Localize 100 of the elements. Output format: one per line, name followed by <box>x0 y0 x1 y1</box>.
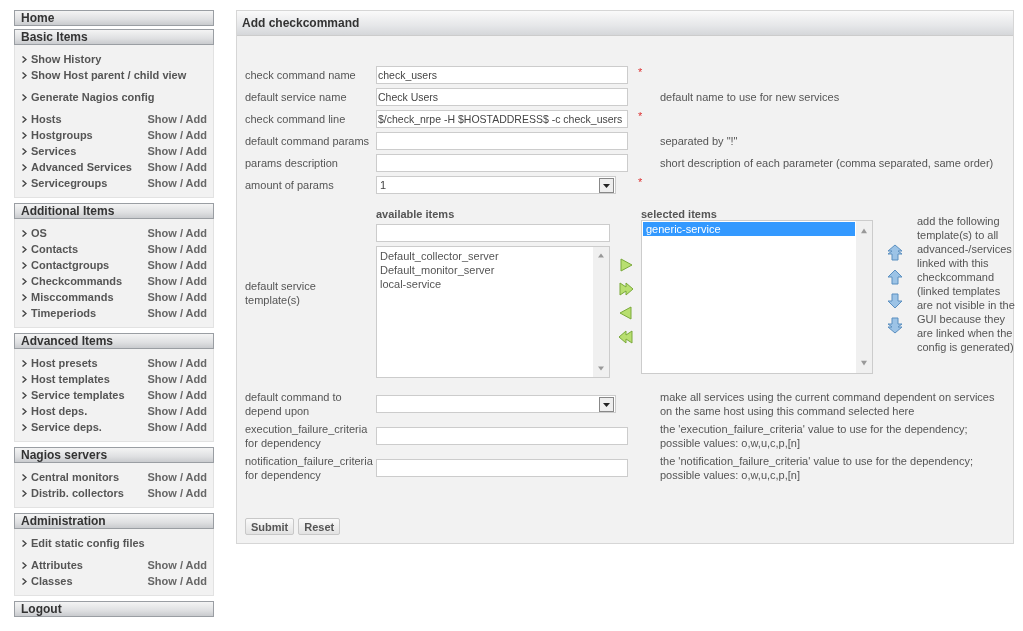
nav-link[interactable]: Generate Nagios config <box>31 91 155 103</box>
show-add-link[interactable]: Show / Add <box>147 259 207 271</box>
nav-link[interactable]: Contactgroups <box>31 259 110 271</box>
field-hint: add the following template(s) to all advanced-/services linked with this checkcommand (linked templates are not visible in the GUI because they are linked when the config is generated) <box>917 214 1016 354</box>
form-button[interactable]: Submit <box>245 518 295 535</box>
field-label: amount of params <box>245 178 335 192</box>
nav-link[interactable]: Show History <box>31 53 102 65</box>
list-option[interactable]: local-service <box>377 277 593 291</box>
field-hint: the 'notification_failure_criteria' value to use for the dependency; possible values: o,w,u,c,p,[n] <box>660 454 974 482</box>
section-header[interactable]: Basic Items <box>14 29 214 45</box>
filter-field[interactable] <box>376 224 610 242</box>
move-up-icon[interactable] <box>886 268 904 286</box>
show-add-link[interactable]: Show / Add <box>147 113 207 125</box>
list-title: selected items <box>641 208 718 220</box>
scrollbar[interactable] <box>856 221 872 373</box>
show-add-link[interactable]: Show / Add <box>147 389 207 401</box>
nav-link[interactable]: Advanced Services <box>31 161 132 173</box>
show-add-link[interactable]: Show / Add <box>147 177 207 189</box>
nav-link[interactable]: Host deps. <box>31 405 88 417</box>
nav-link[interactable]: Show Host parent / child view <box>31 69 187 81</box>
show-add-link[interactable]: Show / Add <box>147 291 207 303</box>
show-add-link[interactable]: Show / Add <box>147 575 207 587</box>
show-add-link[interactable]: Show / Add <box>147 307 207 319</box>
show-add-link[interactable]: Show / Add <box>147 421 207 433</box>
nav-link[interactable]: Service deps. <box>31 421 102 433</box>
field-label: check command name <box>245 68 357 82</box>
nav-link[interactable]: Host templates <box>31 373 110 385</box>
input-field[interactable] <box>376 459 628 477</box>
move-all-right-icon[interactable] <box>616 280 635 298</box>
move-down-icon[interactable] <box>886 292 904 310</box>
section-header[interactable]: Nagios servers <box>14 447 214 463</box>
nav-link[interactable]: Central monitors <box>31 471 119 483</box>
nav-link[interactable]: Distrib. collectors <box>31 487 124 499</box>
nav-link[interactable]: Services <box>31 145 77 157</box>
nav-link[interactable]: Host presets <box>31 357 98 369</box>
field-label: default command to depend upon <box>245 390 343 418</box>
field-label: default service template(s) <box>245 279 317 307</box>
nav-link[interactable]: Edit static config files <box>31 537 145 549</box>
field-hint: short description of each parameter (comma separated, same order) <box>660 156 995 170</box>
show-add-link[interactable]: Show / Add <box>147 487 207 499</box>
show-add-link[interactable]: Show / Add <box>147 243 207 255</box>
show-add-link[interactable]: Show / Add <box>147 357 207 369</box>
nav-link[interactable]: Hosts <box>31 113 62 125</box>
input-field[interactable] <box>376 427 628 445</box>
move-bottom-icon[interactable] <box>886 316 904 334</box>
list-option[interactable]: Default_monitor_server <box>377 263 593 277</box>
nav-link[interactable]: Checkcommands <box>31 275 123 287</box>
nav-link[interactable]: Attributes <box>31 559 83 571</box>
select-field[interactable] <box>376 395 616 413</box>
show-add-link[interactable]: Show / Add <box>147 161 207 173</box>
show-add-link[interactable]: Show / Add <box>147 405 207 417</box>
field-label: notification_failure_criteria for dependency <box>245 454 374 482</box>
required-mark: * <box>637 110 644 122</box>
nav-link[interactable]: Servicegroups <box>31 177 108 189</box>
dropdown-icon[interactable] <box>599 177 614 193</box>
field-label: default command params <box>245 134 371 148</box>
show-add-link[interactable]: Show / Add <box>147 227 207 239</box>
nav-link[interactable]: OS <box>31 227 47 239</box>
field-label: params description <box>245 156 339 170</box>
scrollbar[interactable] <box>593 247 609 377</box>
input-field[interactable]: $/check_nrpe -H $HOSTADDRESS$ -c check_users <box>376 110 628 128</box>
panel-title: Add checkcommand <box>237 11 1013 36</box>
nav-link[interactable]: Contacts <box>31 243 79 255</box>
show-add-link[interactable]: Show / Add <box>147 145 207 157</box>
section-header[interactable]: Logout <box>14 601 214 617</box>
show-add-link[interactable]: Show / Add <box>147 471 207 483</box>
input-field[interactable] <box>376 132 628 150</box>
nav-link[interactable]: Service templates <box>31 389 125 401</box>
nav-link[interactable]: Timeperiods <box>31 307 97 319</box>
show-add-link[interactable]: Show / Add <box>147 129 207 141</box>
form-button[interactable]: Reset <box>298 518 341 535</box>
show-add-link[interactable]: Show / Add <box>147 373 207 385</box>
select-field[interactable]: 1 <box>376 176 616 194</box>
section-header[interactable]: Additional Items <box>14 203 214 219</box>
list-title: available items <box>376 208 456 220</box>
nav-link[interactable]: Classes <box>31 575 73 587</box>
input-field[interactable]: Check Users <box>376 88 628 106</box>
field-hint: default name to use for new services <box>660 90 841 104</box>
field-hint: make all services using the current command dependent on services on the same host using this command selected here <box>660 390 996 418</box>
section-header[interactable]: Administration <box>14 513 214 529</box>
show-add-link[interactable]: Show / Add <box>147 559 207 571</box>
nav-link[interactable]: Hostgroups <box>31 129 93 141</box>
section-header[interactable]: Advanced Items <box>14 333 214 349</box>
chevron-icon <box>22 93 27 101</box>
field-hint: separated by "!" <box>660 134 739 148</box>
list-option[interactable]: Default_collector_server <box>377 249 593 263</box>
show-add-link[interactable]: Show / Add <box>147 275 207 287</box>
move-all-left-icon[interactable] <box>616 328 635 346</box>
move-top-icon[interactable] <box>886 244 904 262</box>
input-field[interactable]: check_users <box>376 66 628 84</box>
section-header[interactable]: Home <box>14 10 214 26</box>
chevron-icon <box>22 539 27 547</box>
field-label: default service name <box>245 90 348 104</box>
nav-link[interactable]: Misccommands <box>31 291 114 303</box>
required-mark: * <box>637 66 644 78</box>
required-mark: * <box>637 176 644 188</box>
input-field[interactable] <box>376 154 628 172</box>
field-hint: the 'execution_failure_criteria' value to use for the dependency; possible values: o,w,u,c,p,[n] <box>660 422 969 450</box>
dropdown-icon[interactable] <box>599 396 614 412</box>
field-label: check command line <box>245 112 347 126</box>
